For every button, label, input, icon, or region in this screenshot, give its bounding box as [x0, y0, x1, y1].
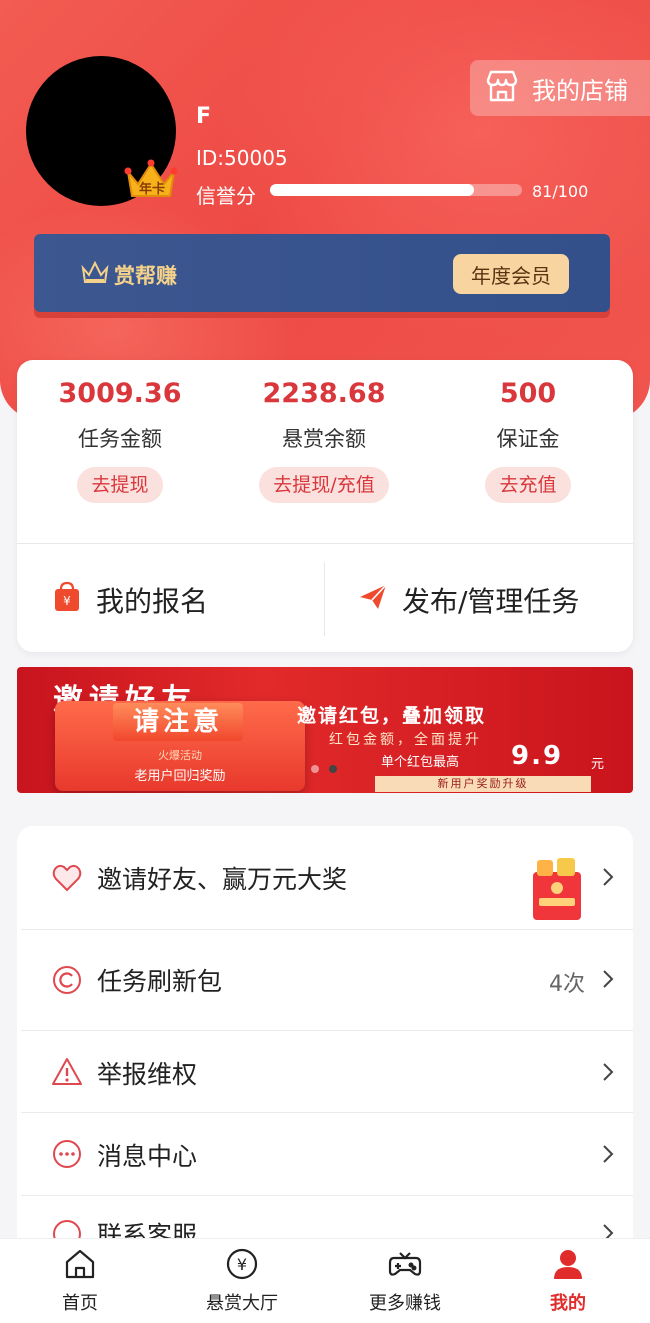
tab-label: 悬赏大厅: [206, 1293, 278, 1314]
tab-home[interactable]: 首页: [20, 1247, 140, 1315]
my-shop-label: 我的店铺: [532, 76, 628, 105]
list-item-label: 举报维权: [97, 1060, 198, 1089]
deposit-stat: 500 保证金 去充值: [428, 378, 628, 503]
red-envelope-icon: [529, 858, 585, 922]
my-signups-button[interactable]: ¥ 我的报名: [52, 570, 208, 630]
banner-dot-active[interactable]: [329, 765, 337, 773]
banner-line1: 邀请红包，叠加领取: [297, 705, 487, 727]
publish-manage-tasks-label: 发布/管理任务: [402, 585, 580, 618]
deposit-value: 500: [499, 378, 557, 409]
list-item-label: 消息中心: [97, 1142, 198, 1171]
banner-box-sub: 老用户回归奖励: [134, 769, 226, 784]
reward-balance-stat: 2238.68 悬赏余额 去提现/充值: [224, 378, 424, 503]
paper-plane-icon: [358, 581, 402, 620]
banner-line2: 红包金额，全面提升: [329, 732, 482, 748]
chevron-right-icon: [601, 1061, 615, 1083]
svg-text:¥: ¥: [63, 594, 71, 608]
tab-more-earnings[interactable]: 更多赚钱: [345, 1247, 465, 1315]
divider: [17, 543, 633, 544]
store-icon: [484, 68, 520, 108]
refresh-count: 4次: [549, 972, 585, 997]
list-item-label: 邀请好友、赢万元大奖: [97, 865, 348, 894]
yuan-icon: ¥: [182, 1247, 302, 1281]
banner-pagination: [311, 765, 337, 773]
task-amount-value: 3009.36: [58, 378, 182, 409]
banner-gift-box: 请注意 火爆活动 老用户回归奖励: [55, 701, 305, 791]
my-shop-button[interactable]: 我的店铺: [470, 60, 650, 116]
deposit-label: 保证金: [496, 427, 560, 451]
chevron-right-icon: [601, 866, 615, 888]
user-id: ID:50005: [196, 146, 288, 170]
gamepad-icon: [345, 1247, 465, 1281]
home-icon: [20, 1247, 140, 1281]
list-item-report[interactable]: 举报维权: [17, 1031, 633, 1113]
list-item-invite-friends[interactable]: 邀请好友、赢万元大奖: [17, 826, 633, 929]
member-brand-label: 赏帮赚: [114, 263, 177, 288]
withdraw-recharge-button[interactable]: 去提现/充值: [259, 467, 389, 503]
credit-score-label: 信誉分: [196, 184, 256, 208]
task-amount-label: 任务金额: [78, 427, 162, 451]
banner-dot[interactable]: [311, 765, 319, 773]
svg-text:¥: ¥: [237, 1255, 247, 1274]
message-icon: [51, 1138, 83, 1170]
signup-bag-icon: ¥: [52, 581, 96, 620]
tab-label: 首页: [62, 1293, 98, 1314]
banner-line3-prefix: 单个红包最高: [381, 755, 460, 770]
tab-label: 更多赚钱: [369, 1293, 441, 1314]
tab-reward-hall[interactable]: ¥ 悬赏大厅: [182, 1247, 302, 1315]
credit-score-value: 81/100: [532, 182, 589, 201]
member-brand: 赏帮赚: [80, 258, 177, 291]
heart-icon: [51, 862, 83, 894]
menu-list: 邀请好友、赢万元大奖 任务刷新包 4次 举报维权 消息中心 联系客服: [17, 826, 633, 1306]
reward-balance-value: 2238.68: [262, 378, 386, 409]
task-amount-stat: 3009.36 任务金额 去提现: [20, 378, 220, 503]
tab-label: 我的: [550, 1293, 586, 1314]
invite-banner[interactable]: 邀请好友 请注意 火爆活动 老用户回归奖励 邀请红包，叠加领取 红包金额，全面提…: [17, 667, 633, 793]
banner-line4: 新用户奖励升级: [375, 776, 591, 792]
publish-manage-tasks-button[interactable]: 发布/管理任务: [358, 570, 579, 630]
credit-score-bar: [270, 184, 522, 196]
list-item-refresh-pack[interactable]: 任务刷新包 4次: [17, 930, 633, 1030]
crown-icon: [80, 258, 114, 291]
warning-icon: [51, 1056, 83, 1088]
credit-score-fill: [270, 184, 475, 196]
banner-box-tag: 请注意: [113, 703, 243, 741]
chevron-right-icon: [601, 1143, 615, 1165]
person-icon: [508, 1247, 628, 1281]
recharge-button[interactable]: 去充值: [485, 467, 571, 503]
list-item-label: 任务刷新包: [97, 967, 223, 996]
banner-line3-unit: 元: [591, 757, 605, 772]
username: F: [196, 104, 212, 129]
chevron-right-icon: [601, 968, 615, 990]
annual-card-badge: 年卡: [138, 182, 165, 197]
list-item-messages[interactable]: 消息中心: [17, 1113, 633, 1195]
my-signups-label: 我的报名: [96, 585, 209, 618]
divider: [324, 562, 325, 636]
reward-balance-label: 悬赏余额: [282, 427, 366, 451]
banner-line3-amount: 9.9: [511, 741, 564, 771]
refresh-icon: [51, 964, 83, 996]
withdraw-button[interactable]: 去提现: [77, 467, 163, 503]
bottom-tab-bar: 首页 ¥ 悬赏大厅 更多赚钱 我的: [0, 1238, 650, 1323]
banner-box-small: 火爆活动: [158, 749, 202, 762]
annual-member-button[interactable]: 年度会员: [453, 254, 569, 294]
tab-mine[interactable]: 我的: [508, 1247, 628, 1315]
